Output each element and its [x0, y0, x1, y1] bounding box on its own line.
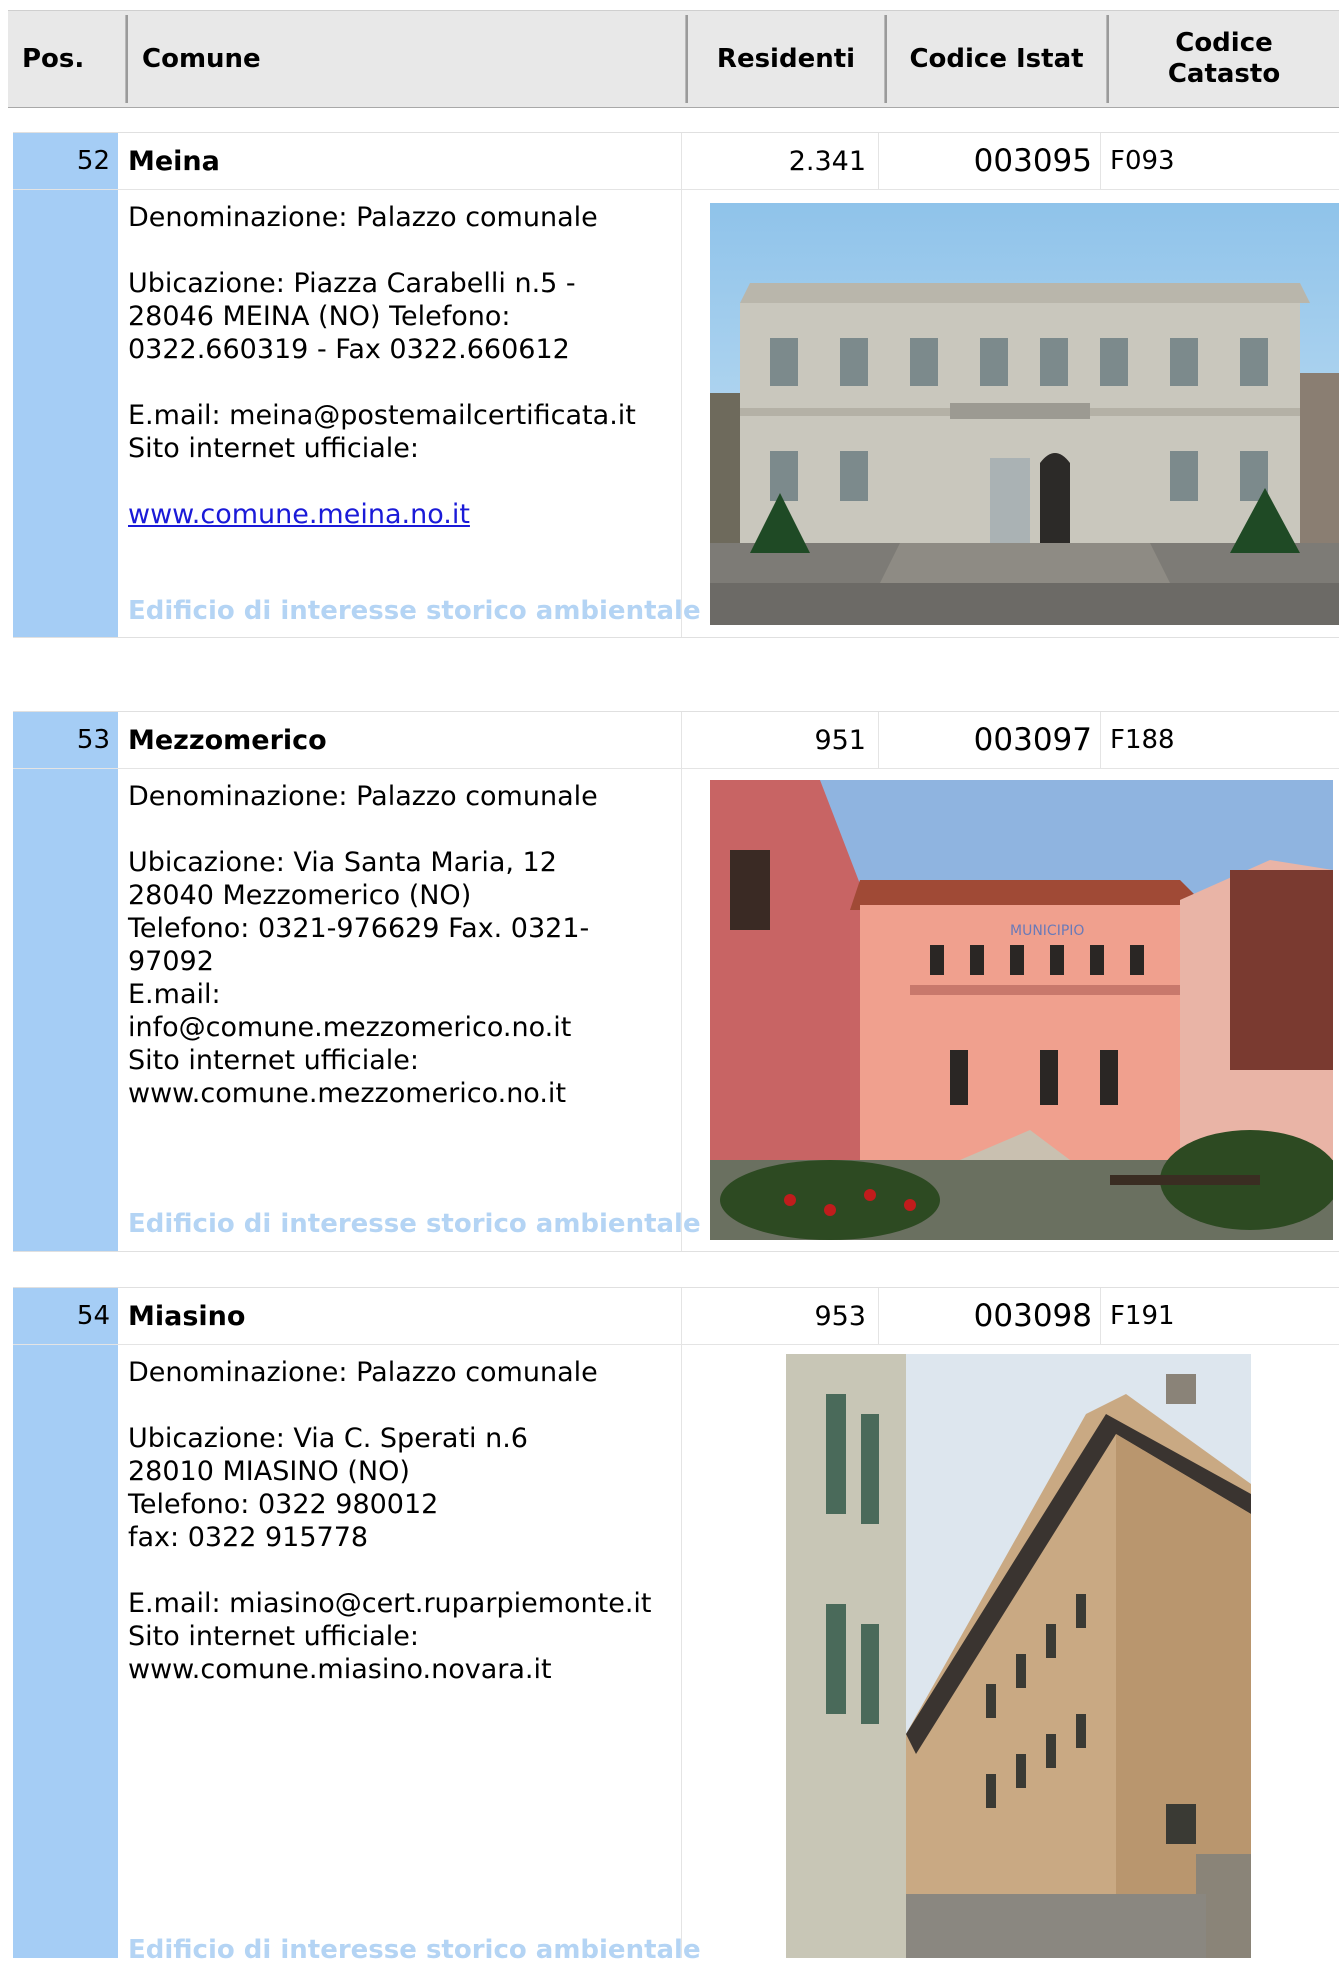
town-hall-photo-miasino — [786, 1354, 1251, 1958]
istat-cell: 003098 — [973, 1298, 1092, 1334]
residenti-cell: 2.341 — [788, 145, 866, 177]
email-text: E.mail: meina@postemailcertificata.it — [128, 400, 636, 431]
comune-name: Meina — [128, 145, 220, 177]
town-hall-photo-meina — [710, 203, 1339, 625]
ubicazione-line: 28040 Mezzomerico (NO) — [128, 880, 472, 911]
header-pos: Pos. — [14, 15, 126, 103]
comune-description: Denominazione: Palazzo comunale Ubicazio… — [128, 201, 673, 531]
residenti-cell: 951 — [814, 724, 866, 756]
header-residenti: Residenti — [686, 15, 885, 103]
ubicazione-line: Telefono: 0322 980012 — [128, 1489, 439, 1520]
storico-note: Edificio di interesse storico ambientale — [128, 596, 701, 626]
ubicazione-line: Ubicazione: Piazza Carabelli n.5 - — [128, 268, 576, 299]
table-header: Pos. Comune Residenti Codice Istat Codic… — [8, 10, 1339, 108]
comune-entry-miasino: 54 Miasino 953 003098 F191 Denominazione… — [13, 1287, 1339, 1965]
cell-divider — [1100, 133, 1101, 189]
storico-note: Edificio di interesse storico ambientale — [128, 1209, 701, 1239]
row-divider — [13, 637, 1339, 638]
email-text: info@comune.mezzomerico.no.it — [128, 1012, 572, 1043]
pos-column-bar — [13, 1345, 118, 1958]
ubicazione-line: Telefono: 0321-976629 Fax. 0321- — [128, 913, 590, 944]
email-text: E.mail: miasino@cert.ruparpiemonte.it — [128, 1588, 652, 1619]
header-codice-catasto: Codice Catasto — [1107, 15, 1339, 103]
cell-divider — [681, 712, 682, 1251]
catasto-cell: F191 — [1110, 1301, 1175, 1331]
comune-description: Denominazione: Palazzo comunale Ubicazio… — [128, 780, 673, 1110]
denominazione: Denominazione: Palazzo comunale — [128, 202, 598, 233]
row-divider — [13, 1251, 1339, 1252]
cell-divider — [1100, 712, 1101, 768]
catasto-cell: F093 — [1110, 146, 1175, 176]
table-row: 53 Mezzomerico 951 003097 F188 — [13, 712, 1339, 769]
sito-text: www.comune.mezzomerico.no.it — [128, 1078, 567, 1109]
ubicazione-line: Ubicazione: Via Santa Maria, 12 — [128, 847, 557, 878]
istat-cell: 003095 — [973, 143, 1092, 179]
cell-divider — [1100, 1288, 1101, 1344]
comune-entry-mezzomerico: 53 Mezzomerico 951 003097 F188 Denominaz… — [13, 711, 1339, 1252]
denominazione: Denominazione: Palazzo comunale — [128, 781, 598, 812]
ubicazione-line: Ubicazione: Via C. Sperati n.6 — [128, 1423, 528, 1454]
header-comune: Comune — [126, 15, 686, 103]
ubicazione-line: fax: 0322 915778 — [128, 1522, 369, 1553]
denominazione: Denominazione: Palazzo comunale — [128, 1357, 598, 1388]
storico-note: Edificio di interesse storico ambientale — [128, 1935, 701, 1965]
comune-entry-meina: 52 Meina 2.341 003095 F093 Denominazione… — [13, 132, 1339, 638]
comune-name: Mezzomerico — [128, 724, 327, 756]
pos-cell: 52 — [13, 133, 118, 189]
comune-description: Denominazione: Palazzo comunale Ubicazio… — [128, 1356, 673, 1686]
table-row: 52 Meina 2.341 003095 F093 — [13, 133, 1339, 190]
header-codice-istat: Codice Istat — [885, 15, 1107, 103]
cell-divider — [681, 133, 682, 637]
sito-label: Sito internet ufficiale: — [128, 433, 419, 464]
sito-text: www.comune.miasino.novara.it — [128, 1654, 552, 1685]
table-row: 54 Miasino 953 003098 F191 — [13, 1288, 1339, 1345]
comune-name: Miasino — [128, 1300, 246, 1332]
sito-link[interactable]: www.comune.meina.no.it — [128, 499, 470, 530]
sito-label: Sito internet ufficiale: — [128, 1045, 419, 1076]
cell-divider — [681, 1288, 682, 1958]
town-hall-photo-mezzomerico: MUNICIPIO — [710, 780, 1333, 1240]
istat-cell: 003097 — [973, 722, 1092, 758]
sito-label: Sito internet ufficiale: — [128, 1621, 419, 1652]
pos-cell: 54 — [13, 1288, 118, 1344]
municipio-sign: MUNICIPIO — [1010, 923, 1084, 939]
residenti-cell: 953 — [814, 1300, 866, 1332]
ubicazione-line: 28010 MIASINO (NO) — [128, 1456, 410, 1487]
catasto-cell: F188 — [1110, 725, 1175, 755]
header-codice-catasto-line2: Catasto — [1167, 59, 1281, 89]
pos-column-bar — [13, 190, 118, 637]
email-label: E.mail: — [128, 979, 221, 1010]
ubicazione-line: 28046 MEINA (NO) Telefono: — [128, 301, 511, 332]
ubicazione-line: 97092 — [128, 946, 214, 977]
pos-cell: 53 — [13, 712, 118, 768]
header-codice-catasto-line1: Codice — [1175, 28, 1273, 58]
ubicazione-line: 0322.660319 - Fax 0322.660612 — [128, 334, 570, 365]
pos-column-bar — [13, 769, 118, 1251]
